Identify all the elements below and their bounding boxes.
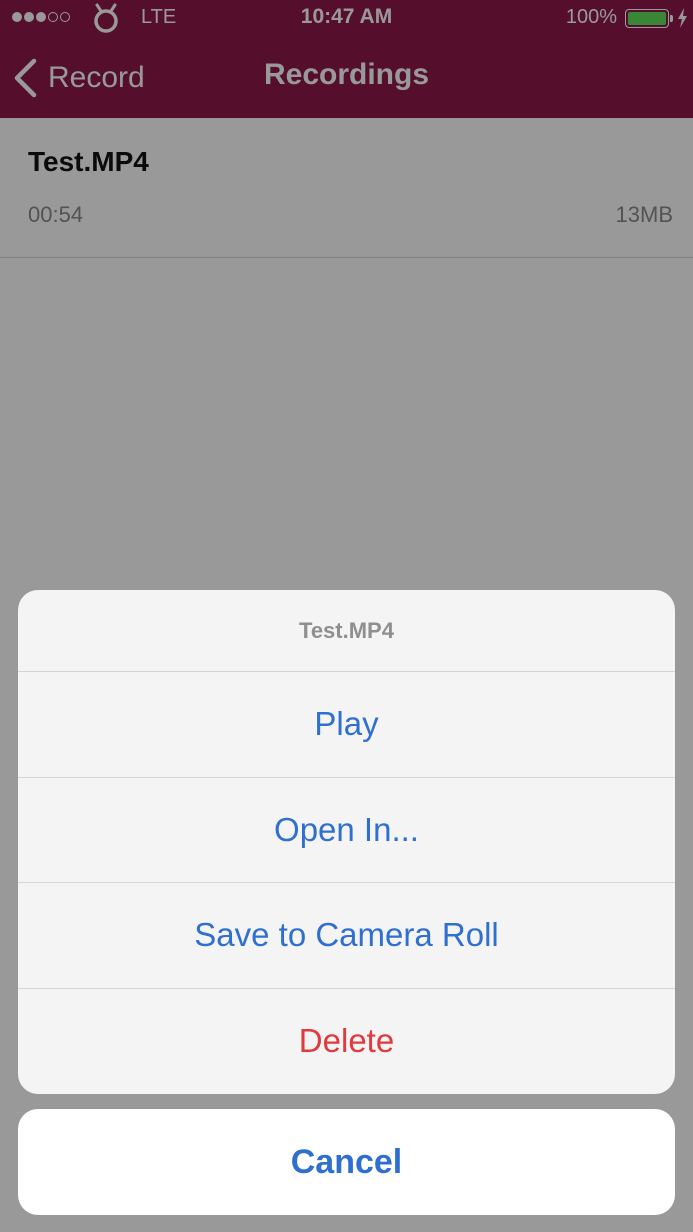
action-sheet-title: Test.MP4: [18, 590, 675, 672]
delete-button[interactable]: Delete: [18, 989, 675, 1095]
play-button[interactable]: Play: [18, 672, 675, 778]
action-sheet: Test.MP4 Play Open In... Save to Camera …: [18, 590, 675, 1094]
save-to-camera-roll-button[interactable]: Save to Camera Roll: [18, 883, 675, 989]
open-in-button[interactable]: Open In...: [18, 778, 675, 883]
cancel-button[interactable]: Cancel: [18, 1109, 675, 1215]
screen: LTE 10:47 AM 100% Record Recordings Test…: [0, 0, 693, 1232]
